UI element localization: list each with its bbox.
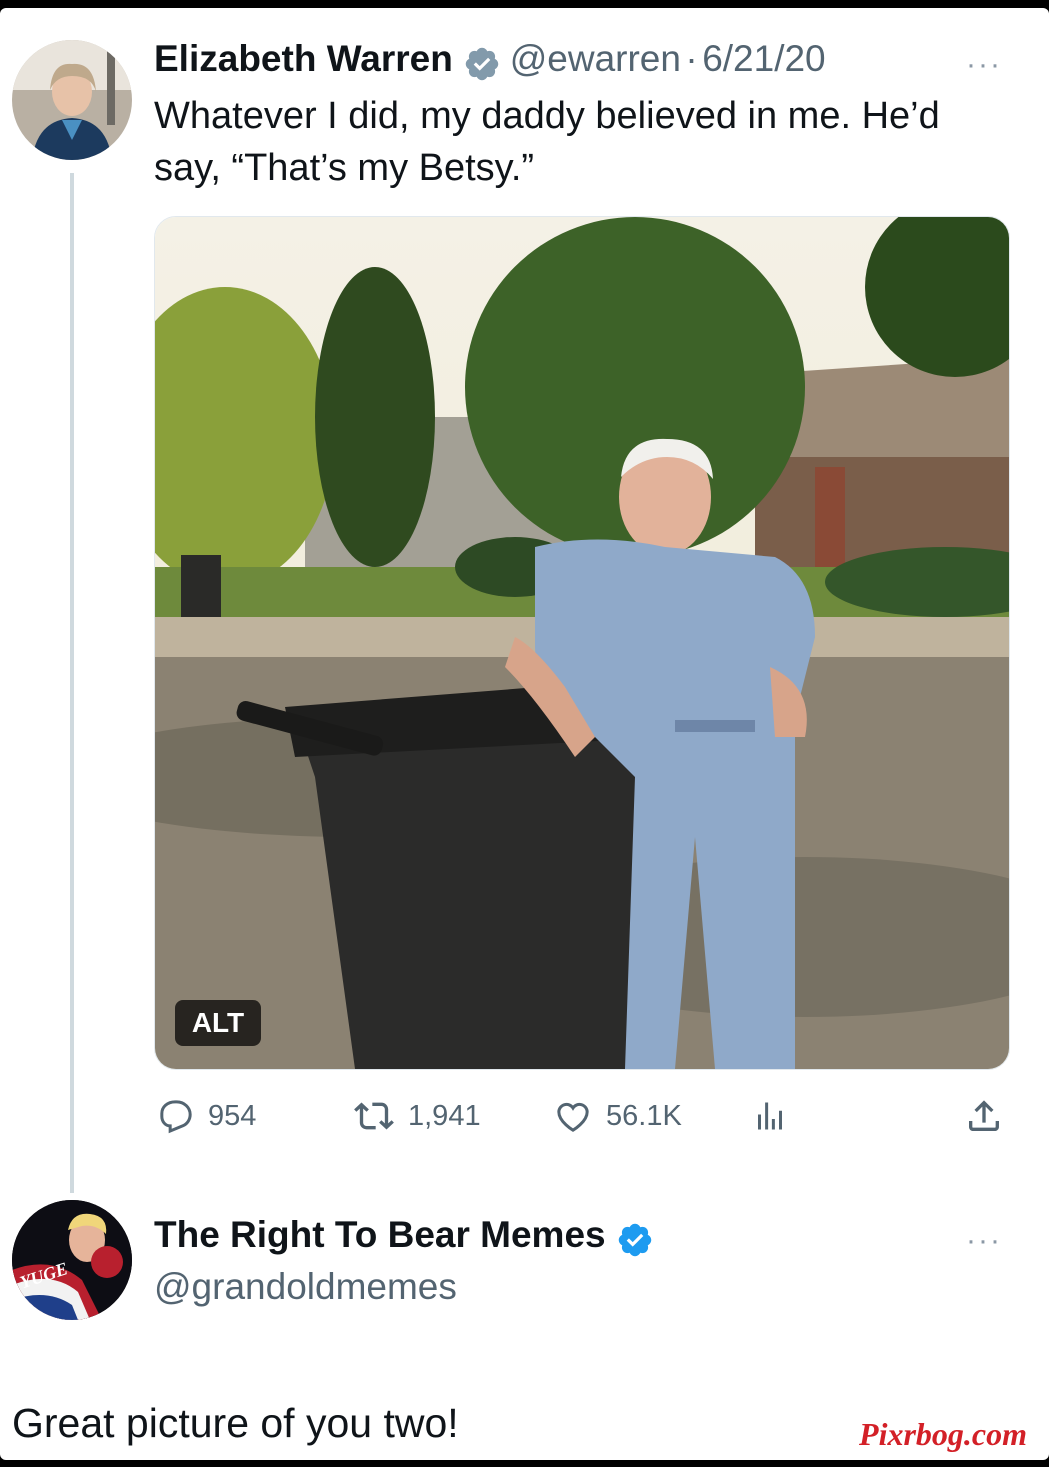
- tweet-header: Elizabeth Warren @ewarren · 6/21/20: [154, 38, 826, 88]
- like-button[interactable]: 56.1K: [552, 1096, 682, 1136]
- reply-button[interactable]: 954: [156, 1096, 256, 1136]
- like-icon: [557, 1102, 589, 1132]
- reply-author-handle[interactable]: @grandoldmemes: [154, 1266, 457, 1308]
- share-icon: [969, 1100, 999, 1131]
- views-icon: [758, 1102, 782, 1130]
- tweet-text-line-2: say, “That’s my Betsy.”: [154, 147, 535, 189]
- tweet-photo[interactable]: ALT: [154, 216, 1010, 1070]
- retweet-icon: [354, 1102, 394, 1130]
- tweet-text-line-1: Whatever I did, my daddy believed in me.…: [154, 95, 940, 137]
- photo-illustration: [155, 217, 1009, 1069]
- watermark: Pixrbog.com: [859, 1416, 1027, 1452]
- retweet-count: 1,941: [408, 1099, 481, 1132]
- views-button[interactable]: [752, 1096, 800, 1136]
- author-avatar[interactable]: [12, 40, 132, 160]
- reply-author-name[interactable]: The Right To Bear Memes: [154, 1214, 606, 1255]
- alt-text-button[interactable]: ALT: [175, 1000, 261, 1046]
- tweet-date[interactable]: 6/21/20: [702, 38, 825, 79]
- reply-author-avatar[interactable]: YUGE: [12, 1200, 132, 1320]
- reply-text: Great picture of you two!: [12, 1400, 459, 1446]
- separator-dot: ·: [685, 38, 698, 79]
- author-handle[interactable]: @ewarren: [510, 38, 681, 79]
- thread-connector-line: [70, 173, 74, 1193]
- reply-header: The Right To Bear Memes: [154, 1214, 654, 1264]
- author-name[interactable]: Elizabeth Warren: [154, 38, 453, 79]
- tweet-text: Whatever I did, my daddy believed in me.…: [154, 90, 940, 194]
- more-icon[interactable]: ···: [966, 48, 1002, 82]
- reply-icon: [160, 1100, 192, 1134]
- reply-verified-badge-icon: [616, 1221, 654, 1264]
- like-count: 56.1K: [606, 1099, 682, 1132]
- reply-count: 954: [208, 1099, 257, 1132]
- reply-more-icon[interactable]: ···: [966, 1224, 1002, 1258]
- share-button[interactable]: [964, 1096, 1016, 1136]
- verified-badge-icon: [463, 45, 501, 88]
- retweet-button[interactable]: 1,941: [352, 1096, 481, 1136]
- tweet-thread-card: Elizabeth Warren @ewarren · 6/21/20 ··· …: [0, 8, 1049, 1460]
